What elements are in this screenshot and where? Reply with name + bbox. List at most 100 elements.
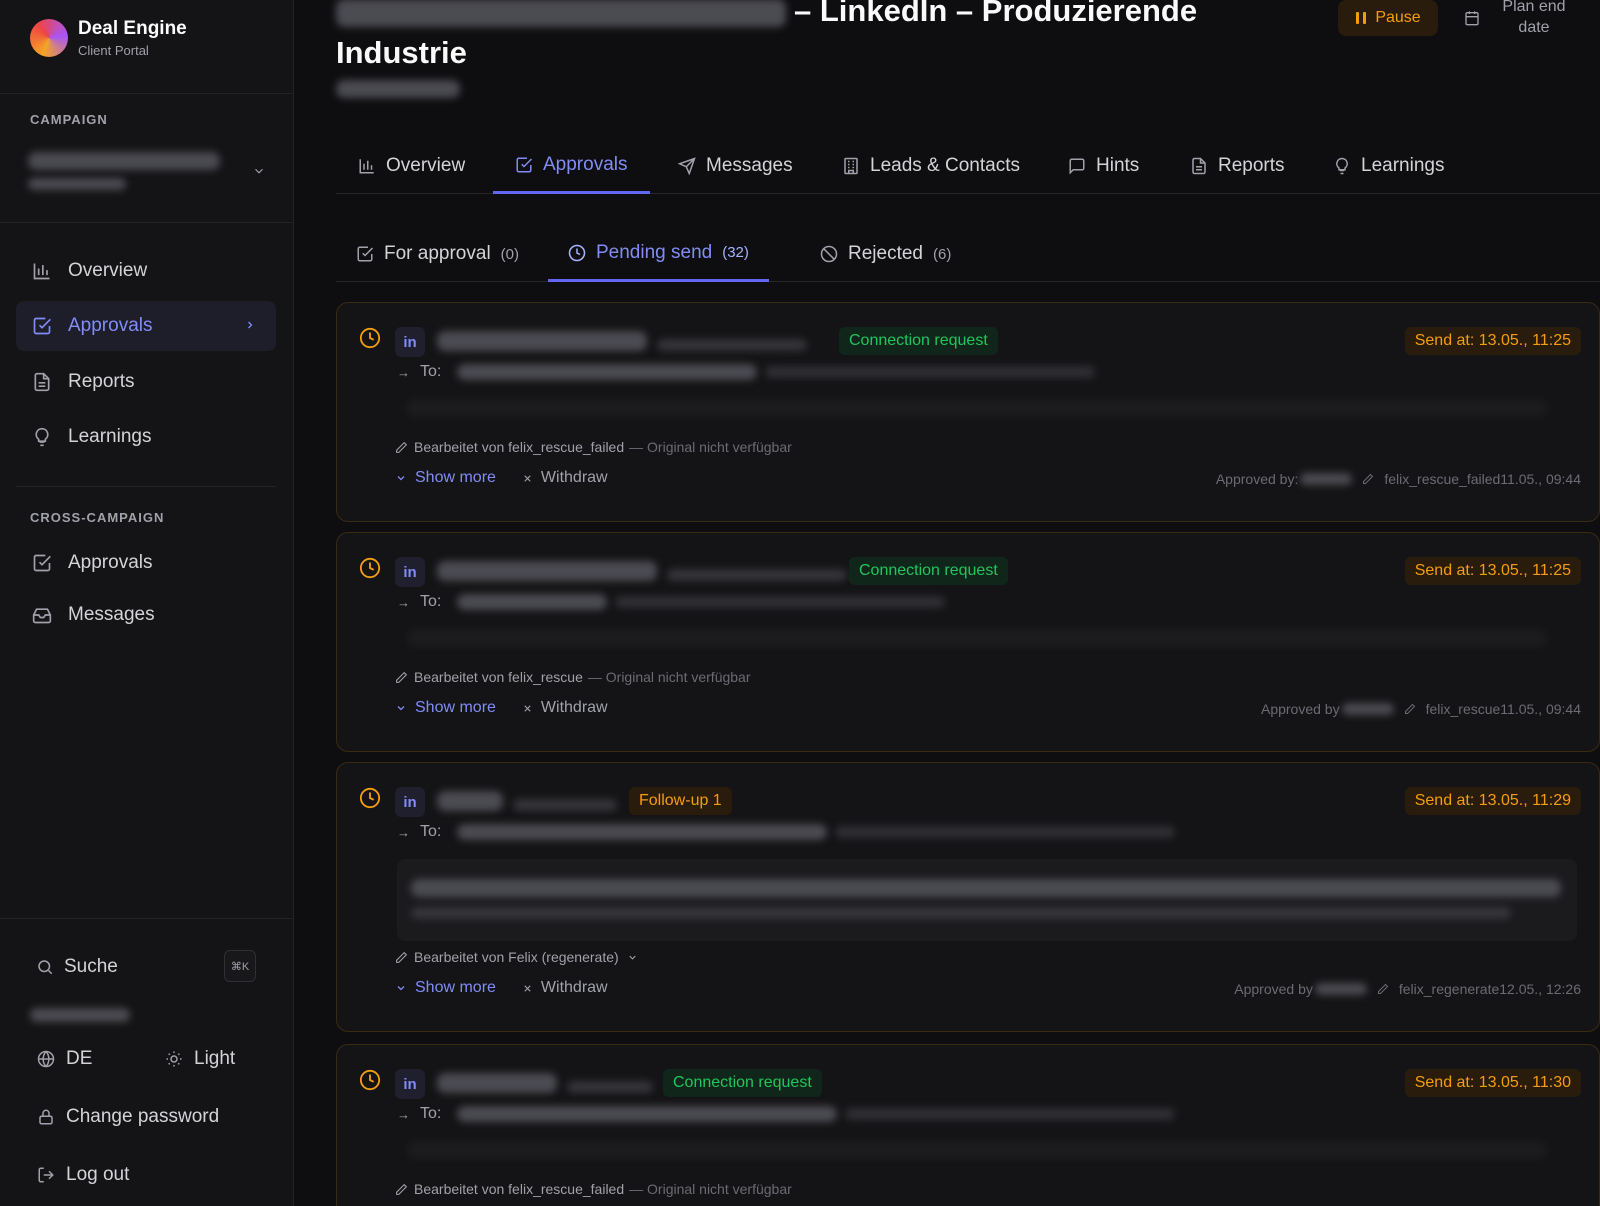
company-redacted [437,791,617,811]
theme-toggle[interactable]: Light [164,1048,235,1070]
edited-info: Bearbeitet von felix_rescue_failed — Ori… [395,439,792,455]
edited-by: Bearbeitet von felix_rescue_failed [414,1181,625,1197]
sun-icon [164,1049,184,1069]
approval-card: in Connection request Send at: 13.05., 1… [336,302,1600,522]
arrow-right-icon: → [397,364,410,380]
plan-end-date-button[interactable]: Plan end date [1494,0,1574,38]
message-preview-redacted [407,399,1547,417]
brand[interactable]: Deal Engine Client Portal [30,18,187,58]
calendar-icon[interactable] [1464,10,1480,31]
logout-button[interactable]: Log out [36,1164,129,1186]
pencil-icon [1362,473,1374,485]
subtab-count: (32) [722,244,749,261]
subtitle-redacted [336,80,460,98]
tab-learnings[interactable]: Learnings [1311,138,1466,194]
subtab-label: Rejected [848,243,923,264]
approver-redacted [1314,983,1367,995]
check-square-icon [32,316,52,336]
subtab-pending-send[interactable]: Pending send (32) [548,226,769,282]
campaign-label: CAMPAIGN [30,112,108,127]
show-more-button[interactable]: Show more [395,469,496,487]
tab-hints[interactable]: Hints [1046,138,1161,194]
edited-by: Bearbeitet von felix_rescue_failed [414,439,625,455]
sidebar-item-cross-approvals[interactable]: Approvals [16,538,276,588]
approved-label: Approved by: [1215,471,1299,487]
lightbulb-icon [1333,157,1351,175]
globe-icon [36,1049,56,1069]
tab-leads-contacts[interactable]: Leads & Contacts [820,138,1042,194]
withdraw-label: Withdraw [540,699,608,716]
check-square-icon [32,553,52,573]
recipient-redacted [457,824,828,840]
tab-overview[interactable]: Overview [336,138,487,194]
chevron-down-icon [395,472,407,484]
tab-label: Messages [706,155,793,176]
tab-label: Learnings [1361,155,1445,176]
sidebar-item-reports[interactable]: Reports [16,357,276,407]
clock-icon [359,787,381,814]
tab-messages[interactable]: Messages [656,138,815,194]
recipient-redacted [457,594,608,610]
message-preview-redacted [411,907,1511,919]
change-password-button[interactable]: Change password [36,1106,219,1128]
withdraw-button[interactable]: Withdraw [522,469,608,487]
withdraw-label: Withdraw [540,469,608,486]
edited-note: — Original nicht verfügbar [587,669,751,685]
lightbulb-icon [32,427,52,447]
tab-label: Approvals [543,153,628,175]
pencil-icon [1377,983,1389,995]
company-redacted [437,561,847,581]
language-toggle[interactable]: DE [36,1048,92,1070]
check-square-icon [356,245,374,263]
to-label: To: [420,823,442,840]
recipient-row: → To: [397,363,1096,381]
show-more-button[interactable]: Show more [395,699,496,717]
recipient-url-redacted [835,826,1176,838]
campaign-selector[interactable] [26,148,266,200]
card-actions: Show more Withdraw [395,699,608,717]
sidebar-item-approvals[interactable]: Approvals [16,301,276,351]
withdraw-label: Withdraw [540,979,608,996]
sidebar-item-cross-messages[interactable]: Messages [16,590,276,640]
recipient-row: → To: [397,593,946,611]
to-label: To: [420,1105,442,1122]
pause-button[interactable]: Pause [1338,0,1438,36]
subtab-for-approval[interactable]: For approval (0) [336,226,539,282]
message-type-badge: Connection request [849,557,1008,585]
send-at-badge: Send at: 13.05., 11:25 [1404,557,1581,585]
user-name-redacted [30,1008,130,1022]
chevron-down-icon [252,164,266,181]
edited-info[interactable]: Bearbeitet von Felix (regenerate) [395,949,638,965]
tab-reports[interactable]: Reports [1168,138,1307,194]
approver-redacted [1300,473,1353,485]
arrow-right-icon: → [397,1106,410,1122]
search-shortcut: ⌘K [224,950,256,982]
main-content: – LinkedIn – Produzierende Industrie Pau… [294,0,1600,1206]
show-more-button[interactable]: Show more [395,979,496,997]
main-tabs: Overview Approvals Messages Leads & Cont… [336,138,1600,194]
withdraw-button[interactable]: Withdraw [522,699,608,717]
subtab-count: (6) [933,245,952,263]
tab-approvals[interactable]: Approvals [493,138,650,194]
message-square-icon [1068,157,1086,175]
send-icon [678,157,696,175]
recipient-row: → To: [397,1105,1176,1123]
clock-icon [359,1069,381,1096]
search-button[interactable]: Suche ⌘K [36,950,256,984]
message-preview-redacted [407,629,1547,647]
approved-by: felix_rescue11.05., 09:44 [1425,701,1581,717]
divider [16,486,276,487]
approved-info: Approved by felix_rescue11.05., 09:44 [1261,701,1581,717]
close-icon [522,983,533,994]
withdraw-button[interactable]: Withdraw [522,979,608,997]
sidebar-item-overview[interactable]: Overview [16,246,276,296]
subtab-rejected[interactable]: Rejected (6) [800,226,971,282]
file-text-icon [32,372,52,392]
logo [30,19,68,57]
sidebar-item-learnings[interactable]: Learnings [16,412,276,462]
approver-redacted [1341,703,1394,715]
edited-info: Bearbeitet von felix_rescue — Original n… [395,669,751,685]
linkedin-icon: in [395,327,425,357]
approval-subtabs: For approval (0) Pending send (32) Rejec… [336,226,1600,282]
pause-icon [1355,11,1367,25]
